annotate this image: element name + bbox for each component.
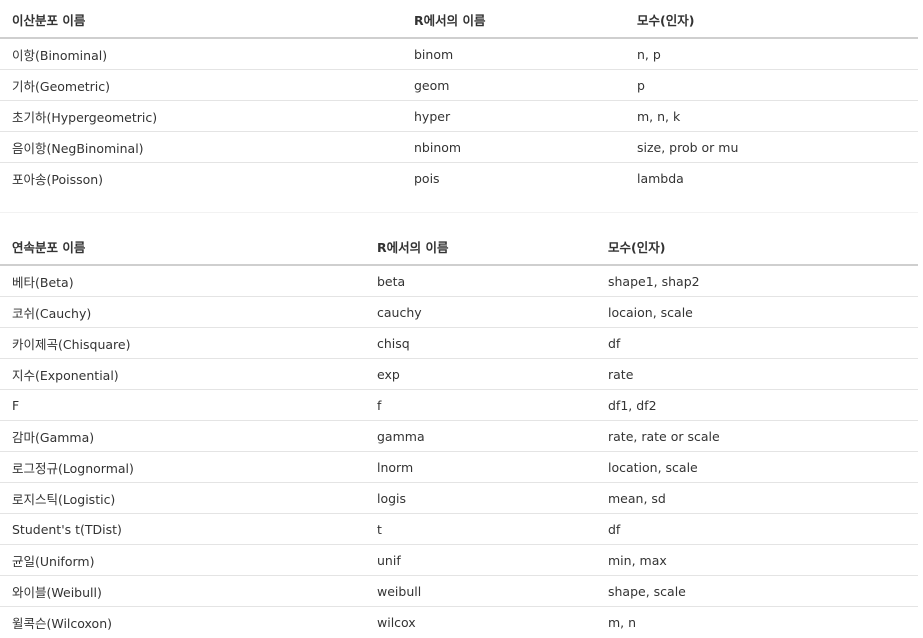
cell-r-name: cauchy (365, 296, 596, 328)
cell-parameters: rate, rate or scale (596, 420, 918, 452)
header-row: 연속분포 이름 R에서의 이름 모수(인자) (0, 228, 918, 266)
cell-r-name: geom (402, 69, 625, 101)
cell-r-name: f (365, 389, 596, 421)
cell-parameters: df1, df2 (596, 389, 918, 421)
cell-distribution-name: 로지스틱(Logistic) (0, 482, 365, 514)
table-row: 이항(Binominal) binom n, p (0, 38, 918, 70)
cell-r-name: binom (402, 38, 625, 70)
cell-parameters: df (596, 327, 918, 359)
cell-r-name: weibull (365, 575, 596, 607)
cell-parameters: size, prob or mu (625, 131, 918, 163)
cell-parameters: df (596, 513, 918, 545)
cell-r-name: t (365, 513, 596, 545)
table-row: 코쉬(Cauchy) cauchy locaion, scale (0, 296, 918, 328)
table-body: 베타(Beta) beta shape1, shap2 코쉬(Cauchy) c… (0, 265, 918, 637)
table-row: Student's t(TDist) t df (0, 513, 918, 545)
table-header: 이산분포 이름 R에서의 이름 모수(인자) (0, 1, 918, 39)
cell-r-name: hyper (402, 100, 625, 132)
cell-parameters: min, max (596, 544, 918, 576)
cell-parameters: locaion, scale (596, 296, 918, 328)
cell-parameters: shape1, shap2 (596, 265, 918, 297)
column-header-parameters: 모수(인자) (596, 228, 918, 266)
cell-parameters: m, n, k (625, 100, 918, 132)
cell-distribution-name: 윌콕슨(Wilcoxon) (12, 615, 113, 631)
table-row: 와이블(Weibull) weibull shape, scale (0, 575, 918, 607)
cell-parameters: location, scale (596, 451, 918, 483)
column-header-distribution-name: 연속분포 이름 (0, 228, 365, 266)
cell-distribution-name: 지수(Exponential) (0, 358, 365, 390)
cell-parameters: shape, scale (596, 575, 918, 607)
cell-distribution-name: 감마(Gamma) (0, 420, 365, 452)
cell-distribution-name: 이항(Binominal) (0, 38, 402, 70)
cell-parameters: lambda (637, 170, 684, 186)
column-header-parameters: 모수(인자) (625, 1, 918, 39)
cell-parameters: mean, sd (596, 482, 918, 514)
cell-r-name: wilcox (377, 614, 416, 630)
cell-r-name: chisq (365, 327, 596, 359)
cell-parameters: n, p (625, 38, 918, 70)
cell-distribution-name: 로그정규(Lognormal) (0, 451, 365, 483)
header-row: 이산분포 이름 R에서의 이름 모수(인자) (0, 1, 918, 39)
cell-distribution-name: 베타(Beta) (0, 265, 365, 297)
cell-parameters: rate (596, 358, 918, 390)
cell-distribution-name: Student's t(TDist) (0, 513, 365, 545)
table-row: 지수(Exponential) exp rate (0, 358, 918, 390)
section-divider (0, 212, 918, 213)
cell-distribution-name: 코쉬(Cauchy) (0, 296, 365, 328)
table-row: 베타(Beta) beta shape1, shap2 (0, 265, 918, 297)
cell-distribution-name: 균일(Uniform) (0, 544, 365, 576)
cell-parameters: p (625, 69, 918, 101)
cell-distribution-name: F (0, 389, 365, 421)
cell-distribution-name: 포아송(Poisson) (12, 171, 104, 187)
column-header-r-name: R에서의 이름 (365, 228, 596, 266)
cell-distribution-name: 와이블(Weibull) (0, 575, 365, 607)
table-row: 포아송(Poisson) pois lambda (0, 163, 918, 194)
cell-distribution-name: 음이항(NegBinominal) (0, 131, 402, 163)
cell-r-name: pois (414, 170, 440, 186)
cell-r-name: lnorm (365, 451, 596, 483)
cell-r-name: exp (365, 358, 596, 390)
column-header-r-name: R에서의 이름 (402, 1, 625, 39)
column-header-distribution-name: 이산분포 이름 (0, 1, 402, 39)
cell-r-name: beta (365, 265, 596, 297)
table-row: 음이항(NegBinominal) nbinom size, prob or m… (0, 131, 918, 163)
table-row: 로지스틱(Logistic) logis mean, sd (0, 482, 918, 514)
table-row: 초기하(Hypergeometric) hyper m, n, k (0, 100, 918, 132)
cell-r-name: nbinom (402, 131, 625, 163)
cell-r-name: logis (365, 482, 596, 514)
cell-distribution-name: 기하(Geometric) (0, 69, 402, 101)
table-row: 윌콕슨(Wilcoxon) wilcox m, n (0, 607, 918, 638)
continuous-distribution-table: 연속분포 이름 R에서의 이름 모수(인자) 베타(Beta) beta sha… (0, 228, 918, 637)
cell-r-name: unif (365, 544, 596, 576)
discrete-distribution-table: 이산분포 이름 R에서의 이름 모수(인자) 이항(Binominal) bin… (0, 1, 918, 193)
table-row: 기하(Geometric) geom p (0, 69, 918, 101)
table-row: 감마(Gamma) gamma rate, rate or scale (0, 420, 918, 452)
table-row: F f df1, df2 (0, 389, 918, 421)
cell-distribution-name: 카이제곡(Chisquare) (0, 327, 365, 359)
table-row: 로그정규(Lognormal) lnorm location, scale (0, 451, 918, 483)
table-header: 연속분포 이름 R에서의 이름 모수(인자) (0, 228, 918, 266)
cell-distribution-name: 초기하(Hypergeometric) (0, 100, 402, 132)
cell-parameters: m, n (608, 614, 637, 630)
table-row: 카이제곡(Chisquare) chisq df (0, 327, 918, 359)
table-row: 균일(Uniform) unif min, max (0, 544, 918, 576)
cell-r-name: gamma (365, 420, 596, 452)
table-body: 이항(Binominal) binom n, p 기하(Geometric) g… (0, 38, 918, 193)
